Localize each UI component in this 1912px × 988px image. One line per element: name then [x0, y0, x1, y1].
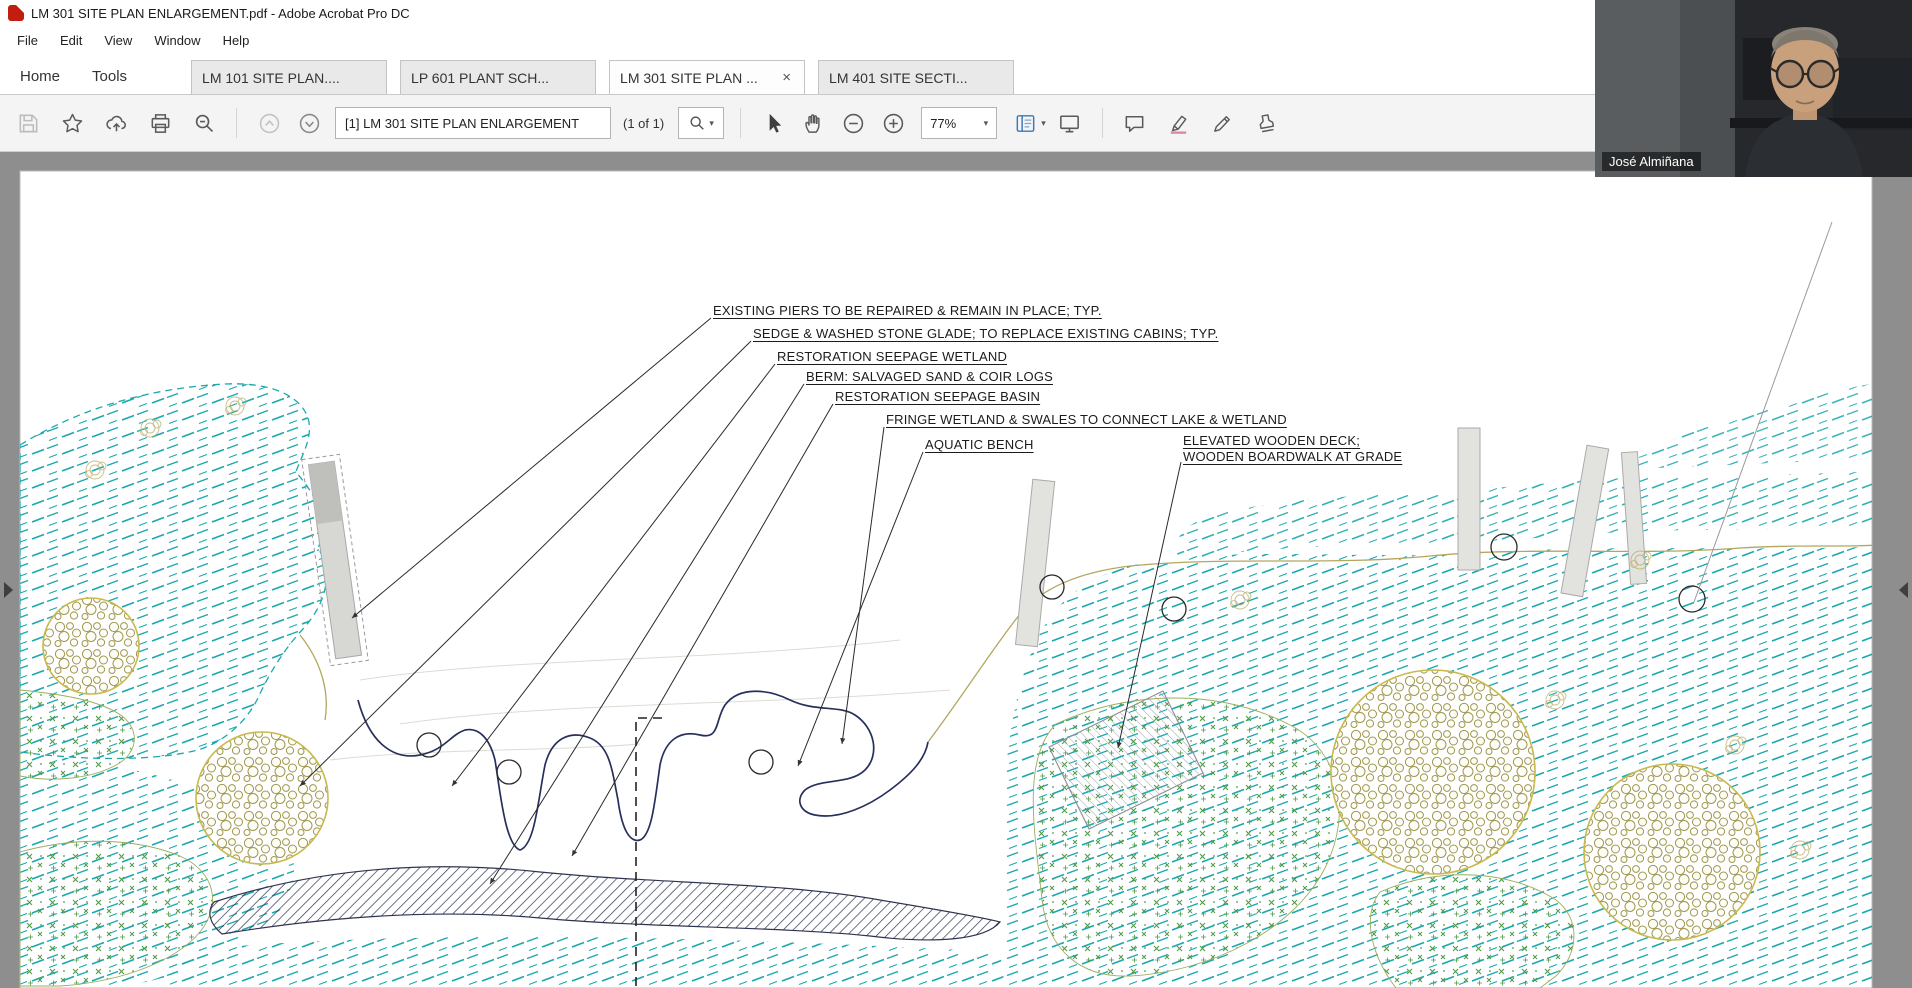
right-panel-toggle-icon[interactable] [1899, 582, 1908, 598]
menu-view[interactable]: View [93, 29, 143, 52]
highlight-button[interactable] [1163, 107, 1195, 139]
doc-tab-label: LM 401 SITE SECTI... [829, 69, 968, 86]
minus-circle-icon [843, 113, 863, 133]
search-icon [690, 116, 705, 130]
page-navigation-input[interactable] [335, 107, 611, 139]
printer-icon [151, 113, 169, 133]
acrobat-app-icon [8, 5, 24, 21]
menu-help[interactable]: Help [212, 29, 261, 52]
webcam-feed [1595, 0, 1912, 177]
chevron-down-icon: ▾ [983, 117, 989, 128]
menu-edit[interactable]: Edit [49, 29, 93, 52]
doc-tab-lm401[interactable]: LM 401 SITE SECTI... [818, 60, 1015, 94]
find-button[interactable]: ▾ [678, 107, 725, 139]
highlighter-icon [1171, 115, 1187, 134]
chevron-down-icon: ▾ [709, 117, 714, 128]
doc-tab-lm301-active[interactable]: LM 301 SITE PLAN ... × [609, 60, 806, 94]
doc-tab-label: LP 601 PLANT SCH... [411, 69, 550, 86]
annotation-aquatic-bench: AQUATIC BENCH [925, 437, 1034, 452]
doc-tab-lp601[interactable]: LP 601 PLANT SCH... [400, 60, 597, 94]
print-button[interactable] [144, 107, 176, 139]
toolbar-separator [236, 108, 237, 138]
zoom-level-dropdown[interactable]: 77% ▾ [921, 107, 998, 139]
tab-tools[interactable]: Tools [76, 59, 143, 94]
video-call-overlay[interactable]: José Almiñana [1595, 0, 1912, 177]
annotation-elevated-deck-line1: ELEVATED WOODEN DECK; [1183, 433, 1361, 448]
plus-circle-icon [883, 113, 903, 133]
hand-tool-button[interactable] [797, 107, 829, 139]
comment-button[interactable] [1119, 107, 1151, 139]
zoom-tool-button[interactable] [188, 107, 220, 139]
magnifier-icon [195, 114, 213, 132]
share-cloud-upload-button[interactable] [100, 107, 132, 139]
participant-name-label: José Almiñana [1602, 152, 1701, 171]
hand-icon [804, 113, 820, 133]
page-view-icon [1016, 114, 1035, 132]
annotation-seepage-basin: RESTORATION SEEPAGE BASIN [835, 389, 1041, 404]
doc-tab-lm101[interactable]: LM 101 SITE PLAN.... [191, 60, 388, 94]
stamp-icon [1259, 113, 1275, 132]
arrow-down-circle-icon [299, 113, 319, 133]
page-display-button[interactable] [1009, 107, 1041, 139]
pen-nib-icon [1214, 115, 1231, 132]
annotation-berm: BERM: SALVAGED SAND & COIR LOGS [806, 369, 1053, 384]
next-page-button[interactable] [293, 107, 325, 139]
tab-close-icon[interactable]: × [779, 69, 794, 86]
menu-file[interactable]: File [6, 29, 49, 52]
previous-page-button[interactable] [253, 107, 285, 139]
zoom-level-value: 77% [930, 115, 957, 131]
select-tool-button[interactable] [757, 107, 789, 139]
doc-tab-label: LM 101 SITE PLAN.... [202, 69, 340, 86]
toolbar-separator [1101, 108, 1103, 138]
page-count-label: (1 of 1) [623, 115, 665, 131]
zoom-in-button[interactable] [877, 107, 909, 139]
zoom-out-button[interactable] [837, 107, 869, 139]
comment-bubble-icon [1125, 115, 1144, 132]
favorites-star-button[interactable] [56, 107, 88, 139]
stamp-button[interactable] [1251, 107, 1283, 139]
doc-tab-label: LM 301 SITE PLAN ... [620, 69, 758, 86]
document-canvas[interactable] [0, 152, 1912, 988]
left-panel-toggle-icon[interactable] [4, 582, 13, 598]
annotation-elevated-deck-line2: WOODEN BOARDWALK AT GRADE [1183, 449, 1403, 464]
window-title: LM 301 SITE PLAN ENLARGEMENT.pdf - Adobe… [31, 5, 410, 21]
save-icon [19, 114, 37, 132]
presentation-mode-button[interactable] [1054, 107, 1086, 139]
annotation-sedge-glade: SEDGE & WASHED STONE GLADE; TO REPLACE E… [753, 326, 1219, 341]
site-plan-drawing [4, 170, 1908, 988]
pointer-icon [769, 113, 781, 133]
cloud-upload-icon [105, 115, 126, 131]
annotation-fringe-wetland: FRINGE WETLAND & SWALES TO CONNECT LAKE … [886, 412, 1287, 427]
fill-sign-button[interactable] [1207, 107, 1239, 139]
star-icon [62, 113, 82, 132]
toolbar-separator [740, 108, 742, 138]
annotation-seepage-wetland: RESTORATION SEEPAGE WETLAND [777, 349, 1008, 364]
acrobat-window: LM 301 SITE PLAN ENLARGEMENT.pdf - Adobe… [0, 0, 1912, 988]
presentation-screen-icon [1060, 115, 1080, 132]
save-button[interactable] [12, 107, 44, 139]
tab-home[interactable]: Home [4, 59, 76, 94]
menu-window[interactable]: Window [143, 29, 211, 52]
chevron-down-icon[interactable]: ▾ [1041, 118, 1046, 129]
annotation-existing-piers: EXISTING PIERS TO BE REPAIRED & REMAIN I… [713, 303, 1102, 318]
arrow-up-circle-icon [259, 113, 279, 133]
